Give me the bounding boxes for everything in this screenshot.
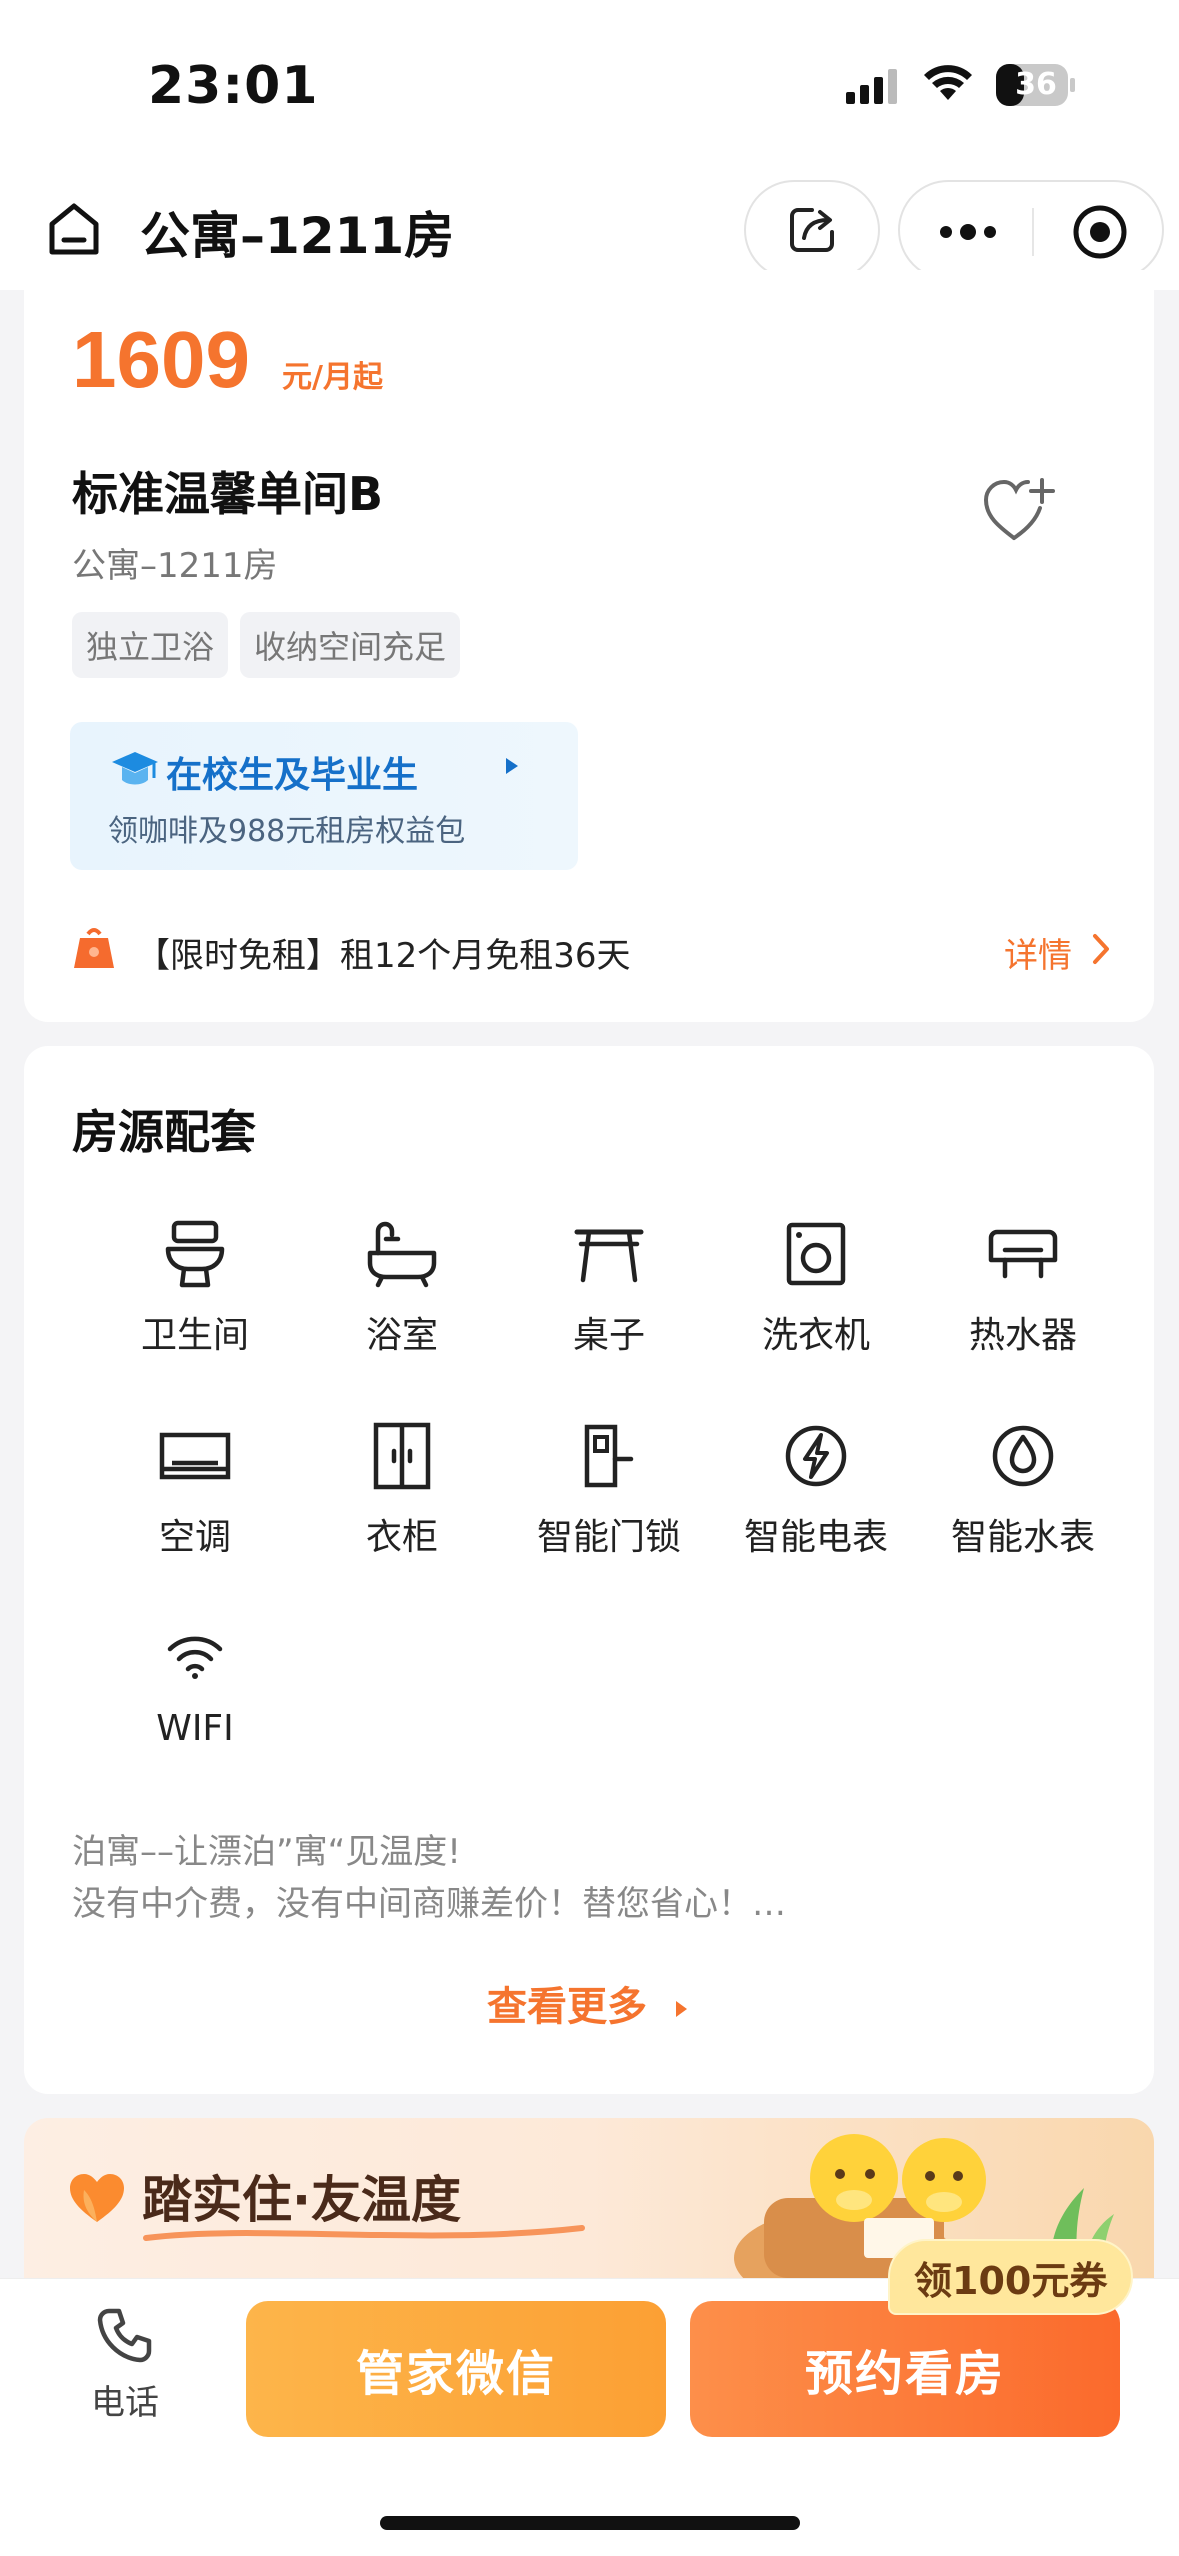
student-benefit-subtitle: 领咖啡及988元租房权益包 — [108, 814, 466, 849]
amenity-label: 浴室 — [365, 1315, 438, 1356]
amenity-label: 智能门锁 — [536, 1517, 681, 1558]
status-time: 23:01 — [148, 56, 319, 116]
coupon-badge[interactable]: 领100元券 — [888, 2239, 1134, 2315]
toilet-icon — [165, 1220, 225, 1288]
status-bar: 23:01 36 — [0, 0, 1179, 170]
triangle-right-icon — [506, 758, 518, 774]
home-icon[interactable] — [42, 196, 106, 260]
promo-row[interactable]: 【限时免租】租12个月免租36天 详情 — [72, 926, 1112, 977]
heart-logo-icon — [70, 2174, 124, 2222]
phone-button[interactable]: 电话 — [80, 2305, 170, 2424]
close-mini-program-icon[interactable] — [1070, 202, 1130, 262]
price-value: 1609 — [72, 315, 250, 404]
share-icon — [790, 208, 834, 252]
amenity-label: WIFI — [156, 1708, 234, 1749]
page-title: 公寓–1211房 — [140, 207, 455, 265]
water-heater-icon — [988, 1229, 1058, 1279]
wifi-icon — [167, 1636, 223, 1679]
amenity-item: 智能门锁 — [514, 1416, 704, 1560]
more-icon[interactable] — [936, 212, 1000, 252]
amenities-description: 泊寓––让漂泊”寓“见温度! 没有中介费，没有中间商赚差价！替您省心！… — [72, 1826, 786, 1930]
price-unit: 元/月起 — [282, 360, 383, 395]
graduation-cap-icon — [112, 752, 158, 785]
amenity-item: 衣柜 — [307, 1416, 497, 1560]
amenity-item: WIFI — [100, 1616, 290, 1749]
amenity-item: 智能水表 — [928, 1416, 1118, 1560]
promo-detail-link[interactable]: 详情 — [1004, 928, 1072, 977]
amenity-label: 桌子 — [572, 1315, 645, 1356]
housekeeper-wechat-button[interactable]: 管家微信 — [246, 2301, 666, 2437]
wifi-status-icon — [924, 65, 972, 100]
book-viewing-button[interactable]: 预约看房 — [690, 2301, 1120, 2437]
underline-decoration — [143, 2225, 585, 2241]
student-benefit-title: 在校生及毕业生 — [166, 755, 419, 796]
room-info-card: 1609 元/月起 标准温馨单间B 公寓–1211房 独立卫浴 收纳空间充足 在… — [24, 270, 1154, 1022]
phone-icon — [97, 2308, 152, 2363]
favorite-heart-icon[interactable] — [980, 474, 1060, 546]
discount-bag-icon — [74, 928, 114, 968]
room-tag: 收纳空间充足 — [240, 612, 461, 678]
amenity-label: 衣柜 — [365, 1517, 438, 1558]
battery-level: 36 — [1015, 67, 1057, 102]
student-benefit-banner[interactable]: 在校生及毕业生 领咖啡及988元租房权益包 — [70, 722, 578, 870]
amenities-card: 房源配套 卫生间 浴室 桌子 洗衣机 热水器 空调 衣柜 智能门锁 智能电表 智… — [24, 1046, 1154, 2094]
amenity-item: 空调 — [100, 1416, 290, 1560]
capsule-divider — [1032, 208, 1034, 256]
home-indicator — [380, 2516, 800, 2530]
amenity-label: 智能电表 — [743, 1517, 888, 1558]
smart-electric-meter-icon — [785, 1425, 847, 1487]
chevron-right-icon — [1093, 934, 1109, 964]
promo-text: 【限时免租】租12个月免租36天 — [136, 936, 631, 976]
share-button[interactable] — [744, 180, 880, 280]
bathtub-icon — [367, 1221, 437, 1288]
wardrobe-icon — [373, 1422, 431, 1490]
desk-icon — [574, 1229, 644, 1283]
amenity-item: 智能电表 — [721, 1416, 911, 1560]
amenity-item: 热水器 — [928, 1214, 1118, 1358]
smart-water-meter-icon — [992, 1425, 1054, 1487]
cellular-signal-icon — [846, 69, 897, 104]
description-line: 泊寓––让漂泊”寓“见温度! — [72, 1832, 461, 1872]
amenity-label: 洗衣机 — [761, 1315, 870, 1356]
amenity-item: 洗衣机 — [721, 1214, 911, 1358]
washing-machine-icon — [786, 1222, 846, 1286]
bottom-action-bar: 电话 管家微信 预约看房 领100元券 — [0, 2239, 1179, 2556]
amenity-item: 卫生间 — [100, 1214, 290, 1358]
see-more-label: 查看更多 — [487, 1984, 648, 2030]
smart-lock-icon — [584, 1424, 634, 1488]
room-tag: 独立卫浴 — [72, 612, 229, 678]
amenity-label: 智能水表 — [950, 1517, 1095, 1558]
room-name: 标准温馨单间B — [72, 467, 384, 521]
amenity-label: 卫生间 — [140, 1315, 249, 1356]
amenity-label: 空调 — [158, 1517, 231, 1558]
description-line: 没有中介费，没有中间商赚差价！替您省心！… — [72, 1884, 786, 1924]
amenity-label: 热水器 — [968, 1315, 1077, 1356]
amenities-title: 房源配套 — [72, 1105, 256, 1159]
phone-label: 电话 — [91, 2383, 159, 2423]
amenity-item: 桌子 — [514, 1214, 704, 1358]
room-tags: 独立卫浴 收纳空间充足 — [72, 612, 461, 678]
see-more-link[interactable]: 查看更多 — [24, 1974, 1154, 2032]
mini-program-capsule — [898, 180, 1164, 280]
amenity-item: 浴室 — [307, 1214, 497, 1358]
triangle-right-icon — [675, 2001, 687, 2017]
air-conditioner-icon — [159, 1432, 231, 1480]
room-subtitle: 公寓–1211房 — [72, 546, 278, 586]
